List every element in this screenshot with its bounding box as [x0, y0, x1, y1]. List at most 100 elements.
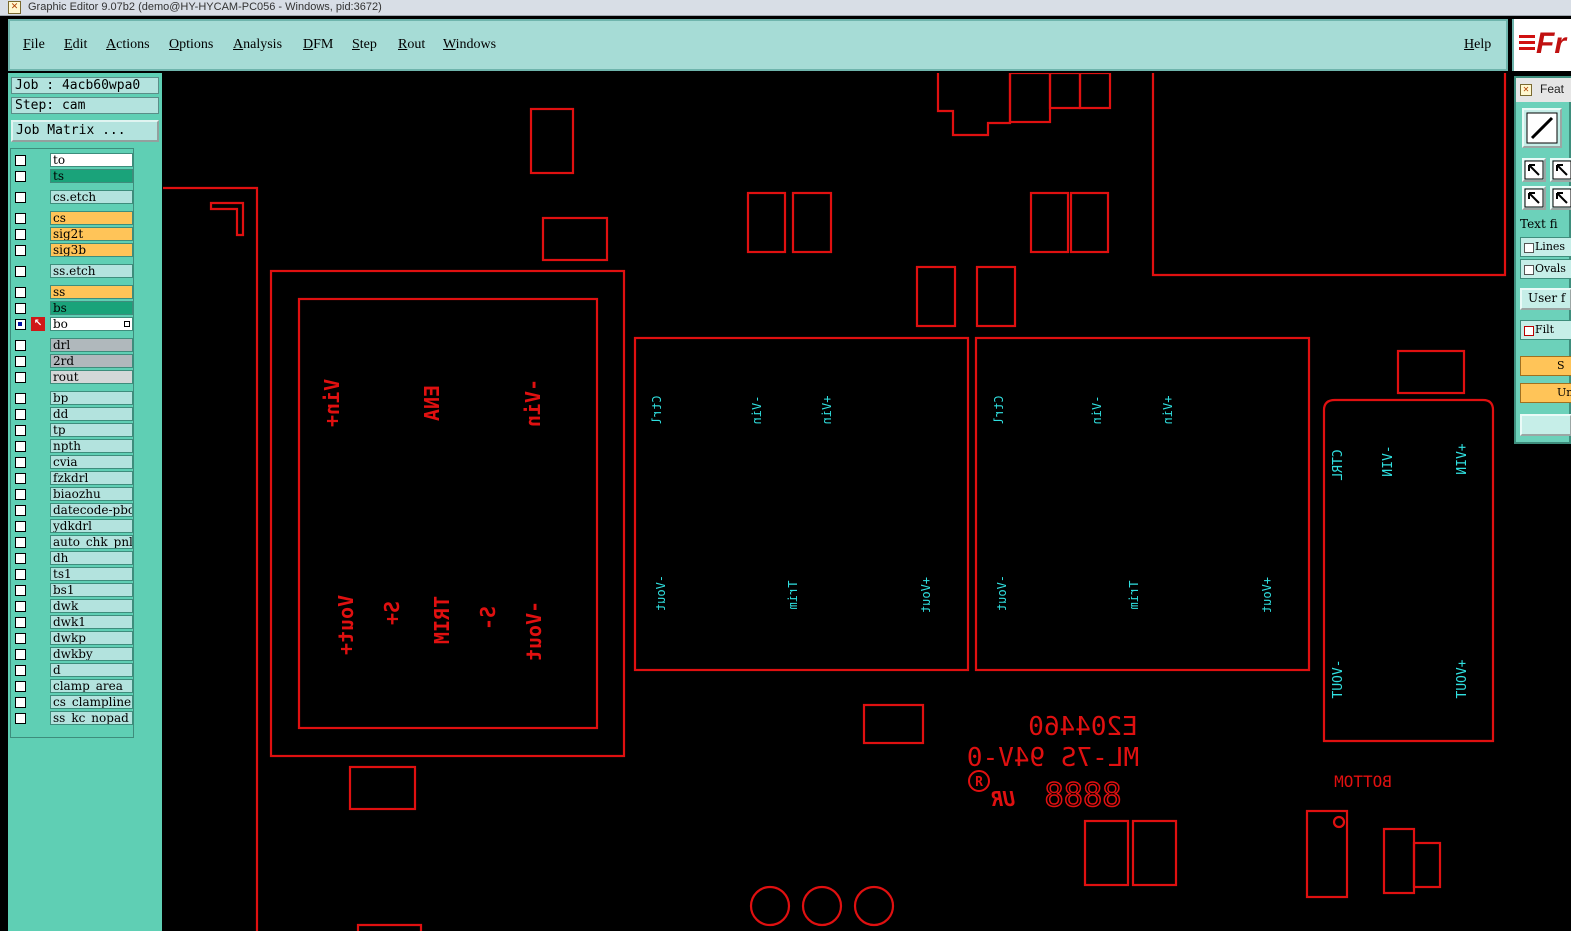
filter-checkbox[interactable]: Filt: [1520, 320, 1571, 340]
menu-analysis[interactable]: Analysis: [233, 37, 282, 53]
layer-checkbox[interactable]: [15, 537, 26, 548]
menu-options[interactable]: Options: [169, 37, 213, 53]
menu-actions[interactable]: Actions: [106, 37, 150, 53]
layer-checkbox[interactable]: [15, 473, 26, 484]
menu-step[interactable]: Step: [352, 37, 377, 53]
layer-name[interactable]: bo: [50, 317, 133, 331]
layer-checkbox[interactable]: [15, 425, 26, 436]
layer-name[interactable]: bs1: [50, 583, 133, 597]
layer-checkbox[interactable]: [15, 649, 26, 660]
layer-name[interactable]: ss.etch: [50, 264, 133, 278]
layer-name[interactable]: dwkby: [50, 647, 133, 661]
layer-name[interactable]: cs_clampline: [50, 695, 133, 709]
layer-row[interactable]: cs_clampline: [13, 695, 133, 710]
layer-name[interactable]: dd: [50, 407, 133, 421]
layer-checkbox[interactable]: [15, 681, 26, 692]
layer-row[interactable]: npth: [13, 439, 133, 454]
menu-dfm[interactable]: DFM: [303, 37, 333, 53]
menu-help[interactable]: Help: [1464, 37, 1491, 53]
layer-name[interactable]: ss: [50, 285, 133, 299]
layer-row[interactable]: dwkby: [13, 647, 133, 662]
layer-checkbox[interactable]: [15, 633, 26, 644]
layer-name[interactable]: datecode-pbc: [50, 503, 133, 517]
layer-checkbox[interactable]: [15, 505, 26, 516]
layer-row[interactable]: cs: [13, 211, 133, 226]
layer-row[interactable]: bs1: [13, 583, 133, 598]
layer-checkbox[interactable]: [15, 441, 26, 452]
layer-options-icon[interactable]: [124, 321, 130, 327]
layer-row[interactable]: ss: [13, 285, 133, 300]
layer-row[interactable]: auto_chk_pnl: [13, 535, 133, 550]
layer-row[interactable]: dh: [13, 551, 133, 566]
layer-row[interactable]: dwk1: [13, 615, 133, 630]
layer-name[interactable]: auto_chk_pnl: [50, 535, 133, 549]
layer-row[interactable]: dd: [13, 407, 133, 422]
job-matrix-button[interactable]: Job Matrix ...: [11, 120, 159, 142]
layer-name[interactable]: 2rd: [50, 354, 133, 368]
layer-row[interactable]: ts1: [13, 567, 133, 582]
layer-checkbox[interactable]: [15, 457, 26, 468]
layer-name[interactable]: ydkdrl: [50, 519, 133, 533]
layer-row[interactable]: to: [13, 153, 133, 168]
layer-name[interactable]: bp: [50, 391, 133, 405]
layer-row[interactable]: datecode-pbc: [13, 503, 133, 518]
layer-checkbox[interactable]: [15, 521, 26, 532]
arrow-tool-button-2[interactable]: [1550, 158, 1571, 182]
arrow-tool-button[interactable]: [1522, 158, 1546, 182]
layer-checkbox[interactable]: [15, 213, 26, 224]
unselect-button[interactable]: Un: [1520, 383, 1571, 403]
layer-checkbox[interactable]: [15, 319, 26, 330]
layer-name[interactable]: cs: [50, 211, 133, 225]
layer-name[interactable]: d: [50, 663, 133, 677]
layer-name[interactable]: bs: [50, 301, 133, 315]
layer-name[interactable]: drl: [50, 338, 133, 352]
layer-row[interactable]: cvia: [13, 455, 133, 470]
ovals-checkbox[interactable]: Ovals: [1520, 259, 1571, 279]
layer-name[interactable]: npth: [50, 439, 133, 453]
layer-checkbox[interactable]: [15, 665, 26, 676]
layer-row[interactable]: rout: [13, 370, 133, 385]
layer-checkbox[interactable]: [15, 356, 26, 367]
layer-row[interactable]: bs: [13, 301, 133, 316]
layer-name[interactable]: dwk: [50, 599, 133, 613]
panel-action-button[interactable]: [1520, 414, 1571, 436]
layer-checkbox[interactable]: [15, 553, 26, 564]
layer-row[interactable]: tp: [13, 423, 133, 438]
layer-row[interactable]: dwk: [13, 599, 133, 614]
layer-row[interactable]: bp: [13, 391, 133, 406]
layer-checkbox[interactable]: [15, 697, 26, 708]
layer-checkbox[interactable]: [15, 569, 26, 580]
layer-checkbox[interactable]: [15, 192, 26, 203]
user-filter-button[interactable]: User f: [1520, 288, 1571, 310]
layer-row[interactable]: sig2t: [13, 227, 133, 242]
layer-row[interactable]: drl: [13, 338, 133, 353]
layer-row[interactable]: ↖ bo: [13, 317, 133, 332]
layer-checkbox[interactable]: [15, 713, 26, 724]
line-tool-button[interactable]: [1522, 108, 1562, 148]
layer-checkbox[interactable]: [15, 266, 26, 277]
layer-row[interactable]: fzkdrl: [13, 471, 133, 486]
layer-checkbox[interactable]: [15, 489, 26, 500]
layer-row[interactable]: cs.etch: [13, 190, 133, 205]
layer-row[interactable]: ts: [13, 169, 133, 184]
layer-row[interactable]: clamp_area: [13, 679, 133, 694]
layer-checkbox[interactable]: [15, 229, 26, 240]
layer-row[interactable]: ss.etch: [13, 264, 133, 279]
menu-windows[interactable]: Windows: [443, 37, 496, 53]
layer-checkbox[interactable]: [15, 340, 26, 351]
layer-name[interactable]: clamp_area: [50, 679, 133, 693]
arrow-tool-button-4[interactable]: [1550, 186, 1571, 210]
layer-row[interactable]: ydkdrl: [13, 519, 133, 534]
panel-close-icon[interactable]: ✕: [1520, 84, 1532, 96]
layer-name[interactable]: biaozhu: [50, 487, 133, 501]
layer-name[interactable]: cs.etch: [50, 190, 133, 204]
layer-checkbox[interactable]: [15, 601, 26, 612]
layer-checkbox[interactable]: [15, 287, 26, 298]
layer-row[interactable]: 2rd: [13, 354, 133, 369]
layer-name[interactable]: fzkdrl: [50, 471, 133, 485]
layer-checkbox[interactable]: [15, 155, 26, 166]
layer-name[interactable]: dh: [50, 551, 133, 565]
layer-name[interactable]: dwk1: [50, 615, 133, 629]
layer-checkbox[interactable]: [15, 171, 26, 182]
layer-name[interactable]: sig3b: [50, 243, 133, 257]
